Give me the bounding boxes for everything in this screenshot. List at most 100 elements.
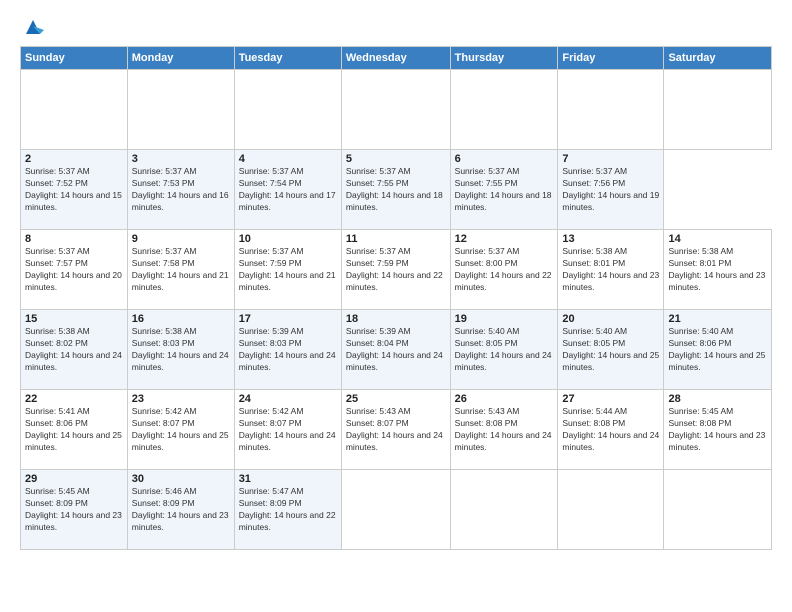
- day-info: Sunrise: 5:39 AMSunset: 8:04 PMDaylight:…: [346, 326, 443, 372]
- calendar-body: 2 Sunrise: 5:37 AMSunset: 7:52 PMDayligh…: [21, 70, 772, 550]
- day-number: 8: [25, 233, 123, 245]
- calendar-cell: 19 Sunrise: 5:40 AMSunset: 8:05 PMDaylig…: [450, 310, 558, 390]
- day-info: Sunrise: 5:38 AMSunset: 8:02 PMDaylight:…: [25, 326, 122, 372]
- calendar-cell: [558, 70, 664, 150]
- day-number: 12: [455, 233, 554, 245]
- calendar-cell: 28 Sunrise: 5:45 AMSunset: 8:08 PMDaylig…: [664, 390, 772, 470]
- calendar-cell: [664, 470, 772, 550]
- day-number: 25: [346, 393, 446, 405]
- day-number: 17: [239, 313, 337, 325]
- day-info: Sunrise: 5:40 AMSunset: 8:06 PMDaylight:…: [668, 326, 765, 372]
- day-info: Sunrise: 5:39 AMSunset: 8:03 PMDaylight:…: [239, 326, 336, 372]
- day-number: 26: [455, 393, 554, 405]
- week-row-2: 2 Sunrise: 5:37 AMSunset: 7:52 PMDayligh…: [21, 150, 772, 230]
- day-info: Sunrise: 5:37 AMSunset: 7:58 PMDaylight:…: [132, 246, 229, 292]
- day-number: 11: [346, 233, 446, 245]
- week-row-4: 15 Sunrise: 5:38 AMSunset: 8:02 PMDaylig…: [21, 310, 772, 390]
- calendar-cell: 15 Sunrise: 5:38 AMSunset: 8:02 PMDaylig…: [21, 310, 128, 390]
- calendar-cell: [127, 70, 234, 150]
- calendar-cell: 27 Sunrise: 5:44 AMSunset: 8:08 PMDaylig…: [558, 390, 664, 470]
- calendar-cell: [450, 470, 558, 550]
- day-info: Sunrise: 5:41 AMSunset: 8:06 PMDaylight:…: [25, 406, 122, 452]
- dow-monday: Monday: [127, 47, 234, 70]
- day-number: 30: [132, 473, 230, 485]
- day-number: 24: [239, 393, 337, 405]
- calendar-cell: 16 Sunrise: 5:38 AMSunset: 8:03 PMDaylig…: [127, 310, 234, 390]
- calendar-cell: 23 Sunrise: 5:42 AMSunset: 8:07 PMDaylig…: [127, 390, 234, 470]
- day-info: Sunrise: 5:46 AMSunset: 8:09 PMDaylight:…: [132, 486, 229, 532]
- day-number: 28: [668, 393, 767, 405]
- day-info: Sunrise: 5:38 AMSunset: 8:01 PMDaylight:…: [562, 246, 659, 292]
- day-number: 4: [239, 153, 337, 165]
- week-row-5: 22 Sunrise: 5:41 AMSunset: 8:06 PMDaylig…: [21, 390, 772, 470]
- calendar-cell: [234, 70, 341, 150]
- day-number: 3: [132, 153, 230, 165]
- day-info: Sunrise: 5:42 AMSunset: 8:07 PMDaylight:…: [132, 406, 229, 452]
- logo-icon: [22, 16, 44, 38]
- page: SundayMondayTuesdayWednesdayThursdayFrid…: [0, 0, 792, 612]
- logo: [20, 16, 44, 38]
- day-info: Sunrise: 5:47 AMSunset: 8:09 PMDaylight:…: [239, 486, 336, 532]
- day-number: 6: [455, 153, 554, 165]
- calendar-cell: 3 Sunrise: 5:37 AMSunset: 7:53 PMDayligh…: [127, 150, 234, 230]
- calendar-cell: [558, 470, 664, 550]
- day-number: 5: [346, 153, 446, 165]
- dow-sunday: Sunday: [21, 47, 128, 70]
- calendar-cell: 22 Sunrise: 5:41 AMSunset: 8:06 PMDaylig…: [21, 390, 128, 470]
- day-info: Sunrise: 5:38 AMSunset: 8:01 PMDaylight:…: [668, 246, 765, 292]
- day-number: 10: [239, 233, 337, 245]
- day-number: 2: [25, 153, 123, 165]
- day-info: Sunrise: 5:37 AMSunset: 7:54 PMDaylight:…: [239, 166, 336, 212]
- calendar-cell: [450, 70, 558, 150]
- calendar-cell: 5 Sunrise: 5:37 AMSunset: 7:55 PMDayligh…: [341, 150, 450, 230]
- day-number: 21: [668, 313, 767, 325]
- calendar-cell: 21 Sunrise: 5:40 AMSunset: 8:06 PMDaylig…: [664, 310, 772, 390]
- day-info: Sunrise: 5:42 AMSunset: 8:07 PMDaylight:…: [239, 406, 336, 452]
- day-info: Sunrise: 5:40 AMSunset: 8:05 PMDaylight:…: [562, 326, 659, 372]
- day-info: Sunrise: 5:37 AMSunset: 8:00 PMDaylight:…: [455, 246, 552, 292]
- day-info: Sunrise: 5:40 AMSunset: 8:05 PMDaylight:…: [455, 326, 552, 372]
- calendar-cell: 31 Sunrise: 5:47 AMSunset: 8:09 PMDaylig…: [234, 470, 341, 550]
- day-number: 7: [562, 153, 659, 165]
- calendar-cell: [341, 70, 450, 150]
- day-number: 23: [132, 393, 230, 405]
- calendar-cell: [341, 470, 450, 550]
- day-info: Sunrise: 5:37 AMSunset: 7:56 PMDaylight:…: [562, 166, 659, 212]
- dow-friday: Friday: [558, 47, 664, 70]
- day-number: 15: [25, 313, 123, 325]
- dow-tuesday: Tuesday: [234, 47, 341, 70]
- calendar-cell: 6 Sunrise: 5:37 AMSunset: 7:55 PMDayligh…: [450, 150, 558, 230]
- day-number: 20: [562, 313, 659, 325]
- calendar-cell: 10 Sunrise: 5:37 AMSunset: 7:59 PMDaylig…: [234, 230, 341, 310]
- day-info: Sunrise: 5:44 AMSunset: 8:08 PMDaylight:…: [562, 406, 659, 452]
- day-of-week-header: SundayMondayTuesdayWednesdayThursdayFrid…: [21, 47, 772, 70]
- calendar-cell: 8 Sunrise: 5:37 AMSunset: 7:57 PMDayligh…: [21, 230, 128, 310]
- calendar-cell: 9 Sunrise: 5:37 AMSunset: 7:58 PMDayligh…: [127, 230, 234, 310]
- day-info: Sunrise: 5:37 AMSunset: 7:52 PMDaylight:…: [25, 166, 122, 212]
- day-number: 16: [132, 313, 230, 325]
- calendar-cell: 29 Sunrise: 5:45 AMSunset: 8:09 PMDaylig…: [21, 470, 128, 550]
- calendar-cell: 17 Sunrise: 5:39 AMSunset: 8:03 PMDaylig…: [234, 310, 341, 390]
- header: [20, 16, 772, 38]
- calendar-cell: 20 Sunrise: 5:40 AMSunset: 8:05 PMDaylig…: [558, 310, 664, 390]
- day-info: Sunrise: 5:45 AMSunset: 8:09 PMDaylight:…: [25, 486, 122, 532]
- calendar-cell: 14 Sunrise: 5:38 AMSunset: 8:01 PMDaylig…: [664, 230, 772, 310]
- calendar-cell: 12 Sunrise: 5:37 AMSunset: 8:00 PMDaylig…: [450, 230, 558, 310]
- day-info: Sunrise: 5:45 AMSunset: 8:08 PMDaylight:…: [668, 406, 765, 452]
- day-number: 29: [25, 473, 123, 485]
- calendar-cell: 30 Sunrise: 5:46 AMSunset: 8:09 PMDaylig…: [127, 470, 234, 550]
- day-info: Sunrise: 5:37 AMSunset: 7:55 PMDaylight:…: [455, 166, 552, 212]
- dow-wednesday: Wednesday: [341, 47, 450, 70]
- calendar-cell: 2 Sunrise: 5:37 AMSunset: 7:52 PMDayligh…: [21, 150, 128, 230]
- day-info: Sunrise: 5:43 AMSunset: 8:07 PMDaylight:…: [346, 406, 443, 452]
- calendar-cell: [664, 70, 772, 150]
- calendar-cell: 18 Sunrise: 5:39 AMSunset: 8:04 PMDaylig…: [341, 310, 450, 390]
- day-number: 27: [562, 393, 659, 405]
- day-number: 22: [25, 393, 123, 405]
- day-info: Sunrise: 5:37 AMSunset: 7:53 PMDaylight:…: [132, 166, 229, 212]
- day-info: Sunrise: 5:37 AMSunset: 7:57 PMDaylight:…: [25, 246, 122, 292]
- day-number: 19: [455, 313, 554, 325]
- calendar-cell: 7 Sunrise: 5:37 AMSunset: 7:56 PMDayligh…: [558, 150, 664, 230]
- week-row-1: [21, 70, 772, 150]
- calendar-cell: 4 Sunrise: 5:37 AMSunset: 7:54 PMDayligh…: [234, 150, 341, 230]
